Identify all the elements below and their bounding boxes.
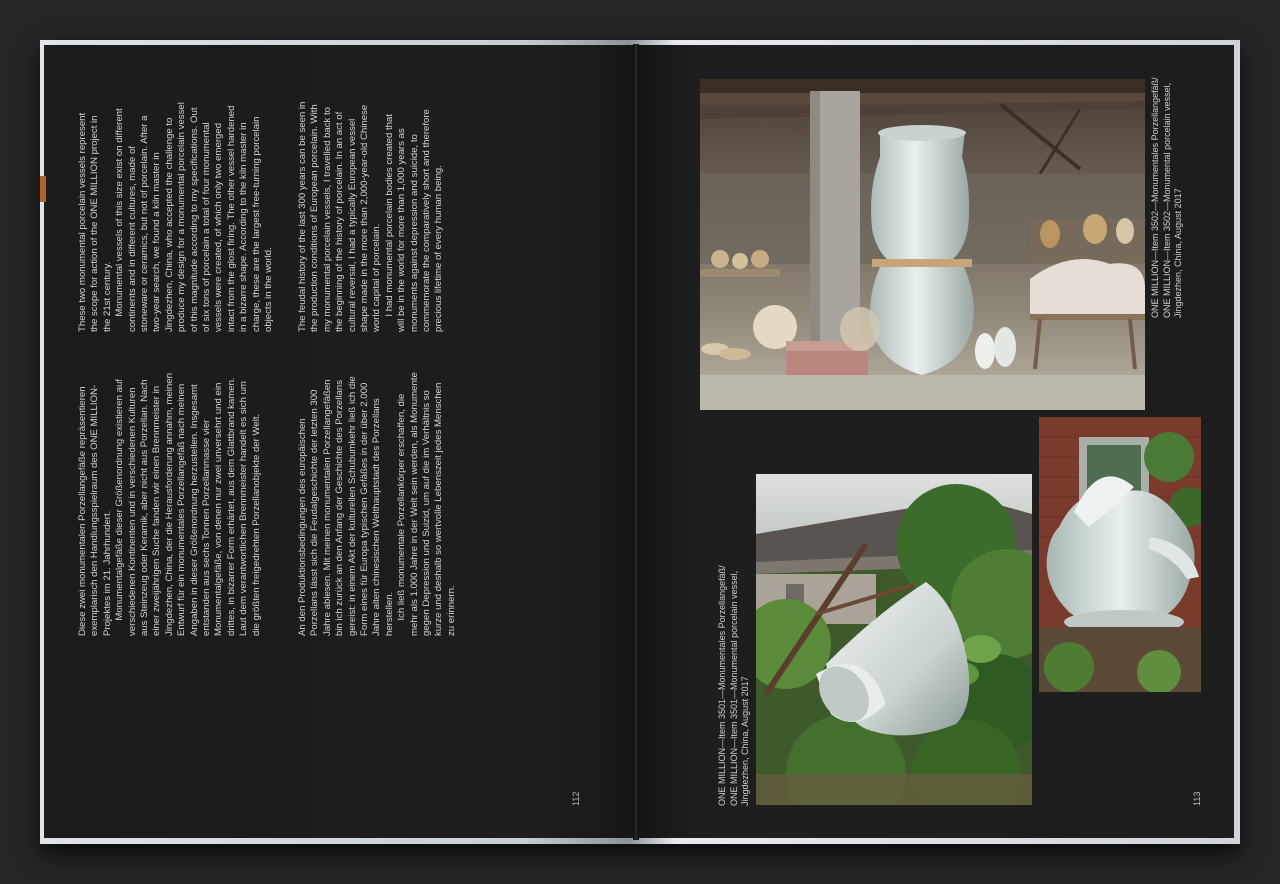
paragraph: Ich ließ monumentale Porzellankörper ers… <box>396 372 457 636</box>
paragraph: An den Produktionsbedingungen des europä… <box>297 376 395 636</box>
paragraph: Monumentalgefäße dieser Größenordnung ex… <box>114 373 262 636</box>
english-text-column-1: These two monumental porcelain vessels r… <box>77 100 276 332</box>
caption-line: ONE MILLION—Item 3501—Monumental porcela… <box>728 570 739 806</box>
caption-line: ONE MILLION—Item 3502—Monumental porcela… <box>1161 82 1172 318</box>
photo-brick-wall-vessel <box>1039 417 1201 692</box>
caption-item-3502: ONE MILLION—Item 3502—Monumentales Porze… <box>1150 77 1185 318</box>
caption-line: Jingdezhen, China, August 2017 <box>740 676 750 806</box>
caption-line: ONE MILLION—Item 3502—Monumentales Porze… <box>1150 77 1160 318</box>
paragraph: I had monumental porcelain bodies create… <box>383 109 445 332</box>
german-text-column-2: An den Produktionsbedingungen des europä… <box>297 372 458 636</box>
caption-item-3501: ONE MILLION—Item 3501—Monumentales Porze… <box>717 565 752 806</box>
paragraph: Diese zwei monumentalen Porzellangefäße … <box>77 384 113 636</box>
german-text-column-1: Diese zwei monumentalen Porzellangefäße … <box>77 372 263 636</box>
caption-line: ONE MILLION—Item 3501—Monumentales Porze… <box>717 565 727 806</box>
photo-garden-vessel <box>756 474 1032 805</box>
english-text-column-2: The feudal history of the last 300 years… <box>297 100 446 332</box>
photo-workshop-vessels <box>700 79 1145 410</box>
page-number-left: 112 <box>571 791 581 806</box>
paragraph: These two monumental porcelain vessels r… <box>77 112 113 332</box>
bookmark-ribbon <box>40 176 46 202</box>
paragraph: The feudal history of the last 300 years… <box>297 101 383 332</box>
book-gutter <box>633 44 639 840</box>
page-number-right: 113 <box>1192 791 1202 806</box>
caption-line: Jingdezhen, China, August 2017 <box>1173 188 1183 318</box>
paragraph: Monumental vessels of this size exist on… <box>114 102 275 332</box>
